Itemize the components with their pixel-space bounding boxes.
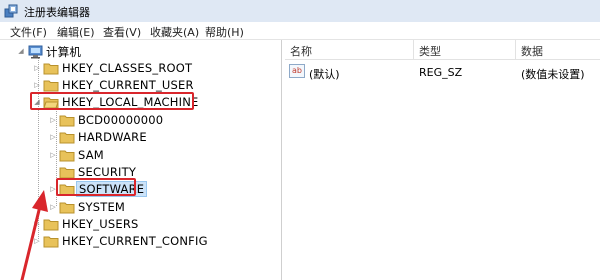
tree-label: HKEY_CLASSES_ROOT [62, 61, 193, 75]
menu-bar: 文件(F) 编辑(E) 查看(V) 收藏夹(A) 帮助(H) [0, 22, 600, 40]
values-list[interactable]: 名称 类型 数据 ab (默认) REG_SZ (数值未设置) [285, 40, 600, 280]
tree-item-hardware[interactable]: ▷ HARDWARE [0, 128, 260, 146]
folder-icon [43, 63, 59, 75]
folder-icon [59, 150, 75, 162]
column-header-name[interactable]: 名称 [285, 40, 413, 60]
title-bar[interactable]: 注册表编辑器 [0, 0, 600, 22]
menu-help[interactable]: 帮助(H) [205, 24, 244, 40]
collapse-arrow-icon[interactable]: ◢ [16, 45, 26, 57]
annotation-arrow [20, 190, 48, 280]
highlight-box [30, 92, 194, 110]
tree-item-bcd[interactable]: ▷ BCD00000000 [0, 111, 260, 129]
menu-edit[interactable]: 编辑(E) [57, 24, 95, 40]
registry-tree[interactable]: ◢ 计算机 ▷ HKEY_CLASSES_ROOT ▷ HKEY_CURRENT… [0, 40, 282, 280]
tree-label: HKEY_CURRENT_CONFIG [62, 234, 208, 248]
tree-label: HKEY_USERS [62, 217, 139, 231]
menu-favorites[interactable]: 收藏夹(A) [150, 24, 199, 40]
expand-arrow-icon[interactable]: ▷ [32, 79, 42, 91]
column-header-data[interactable]: 数据 [516, 40, 600, 60]
tree-label: HARDWARE [78, 130, 147, 144]
registry-editor-icon [4, 4, 18, 18]
tree-label: 计算机 [46, 45, 82, 59]
folder-icon [59, 202, 75, 214]
tree-label: SYSTEM [78, 200, 126, 214]
expand-arrow-icon[interactable]: ▷ [32, 62, 42, 74]
string-value-icon: ab [289, 64, 305, 78]
tree-label: SAM [78, 148, 104, 162]
tree-item-hkey-classes-root[interactable]: ▷ HKEY_CLASSES_ROOT [0, 59, 260, 77]
folder-icon [59, 132, 75, 144]
expand-arrow-icon[interactable]: ▷ [48, 149, 58, 161]
expand-arrow-icon[interactable]: ▷ [48, 114, 58, 126]
menu-view[interactable]: 查看(V) [103, 24, 141, 40]
value-type: REG_SZ [419, 66, 463, 79]
tree-label: BCD00000000 [78, 113, 164, 127]
tree-item-computer[interactable]: ◢ 计算机 [0, 42, 260, 60]
column-header-type[interactable]: 类型 [414, 40, 515, 60]
computer-icon [28, 45, 43, 59]
folder-icon [59, 115, 75, 127]
menu-file[interactable]: 文件(F) [10, 24, 47, 40]
window-title: 注册表编辑器 [24, 6, 90, 19]
value-data: (数值未设置) [521, 68, 585, 81]
expand-arrow-icon[interactable]: ▷ [48, 131, 58, 143]
tree-label: HKEY_CURRENT_USER [62, 78, 194, 92]
tree-item-sam[interactable]: ▷ SAM [0, 146, 260, 164]
folder-icon [43, 80, 59, 92]
tree-label: SECURITY [78, 165, 137, 179]
highlight-box [56, 178, 136, 196]
value-name: (默认) [309, 68, 340, 81]
